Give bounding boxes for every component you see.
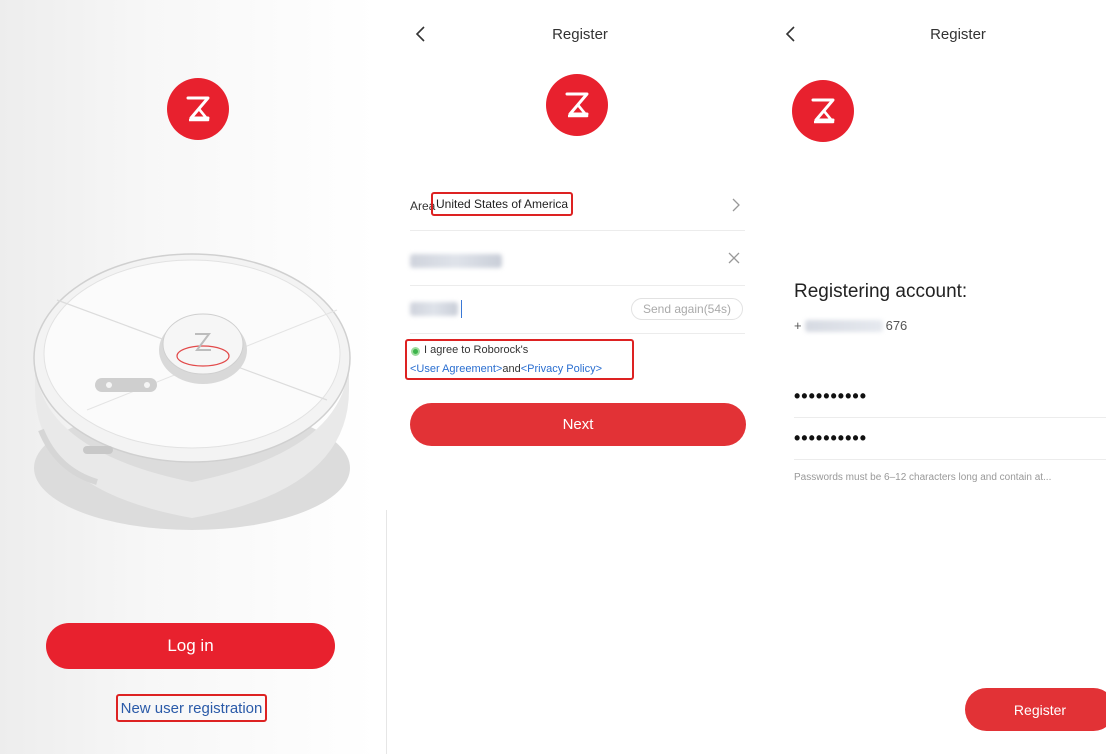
registering-account-screen: Register Registering account: + 676 ••••…: [770, 0, 1106, 754]
agree-text: I agree to Roborock's: [424, 344, 529, 356]
app-logo: [546, 74, 608, 136]
and-text: and: [502, 363, 521, 375]
clear-icon[interactable]: [727, 251, 741, 265]
chevron-right-icon[interactable]: [731, 197, 741, 213]
agreement-links: <User Agreement>and<Privacy Policy>: [410, 363, 602, 375]
page-title: Register: [552, 26, 608, 43]
phone-prefix: +: [794, 318, 802, 333]
phone-suffix: 676: [885, 318, 908, 333]
phone-number-display: + 676: [794, 318, 907, 333]
next-button[interactable]: Next: [410, 403, 746, 446]
page-title: Register: [930, 26, 986, 43]
user-agreement-link[interactable]: <User Agreement>: [410, 363, 502, 375]
registering-heading: Registering account:: [794, 281, 968, 302]
privacy-policy-link[interactable]: <Privacy Policy>: [521, 363, 602, 375]
verification-code-row[interactable]: Send again(54s): [410, 286, 745, 334]
roborock-logo-icon: [565, 92, 589, 118]
register-button[interactable]: Register: [965, 688, 1106, 731]
new-user-registration-link[interactable]: New user registration: [116, 694, 267, 722]
agree-checkbox[interactable]: [411, 347, 420, 356]
chevron-left-icon: [785, 26, 795, 42]
roborock-logo-icon: [811, 98, 835, 124]
area-value[interactable]: United States of America: [431, 192, 574, 216]
phone-blur: [804, 319, 883, 332]
verification-code-input[interactable]: [410, 302, 458, 316]
back-button[interactable]: [408, 22, 432, 46]
confirm-password-input[interactable]: ••••••••••: [794, 422, 1106, 460]
password-input[interactable]: ••••••••••: [794, 380, 1106, 418]
login-button[interactable]: Log in: [46, 623, 335, 669]
send-again-button[interactable]: Send again(54s): [631, 298, 743, 320]
roborock-logo-icon: [186, 96, 210, 122]
chevron-left-icon: [415, 26, 425, 42]
panel-divider: [386, 510, 387, 754]
text-caret: [461, 300, 462, 318]
register-form-screen: Register Area United States of America S…: [392, 0, 768, 754]
agreement-section: I agree to Roborock's <User Agreement>an…: [405, 339, 634, 380]
back-button[interactable]: [778, 22, 802, 46]
app-logo: [792, 80, 854, 142]
robot-vacuum-image: [33, 253, 351, 530]
password-hint: Passwords must be 6–12 characters long a…: [794, 472, 1052, 483]
phone-number-input[interactable]: [410, 254, 502, 268]
phone-row[interactable]: [410, 238, 745, 286]
area-row[interactable]: Area United States of America: [410, 183, 745, 231]
app-logo: [167, 78, 229, 140]
login-screen: Log in New user registration: [0, 0, 377, 754]
